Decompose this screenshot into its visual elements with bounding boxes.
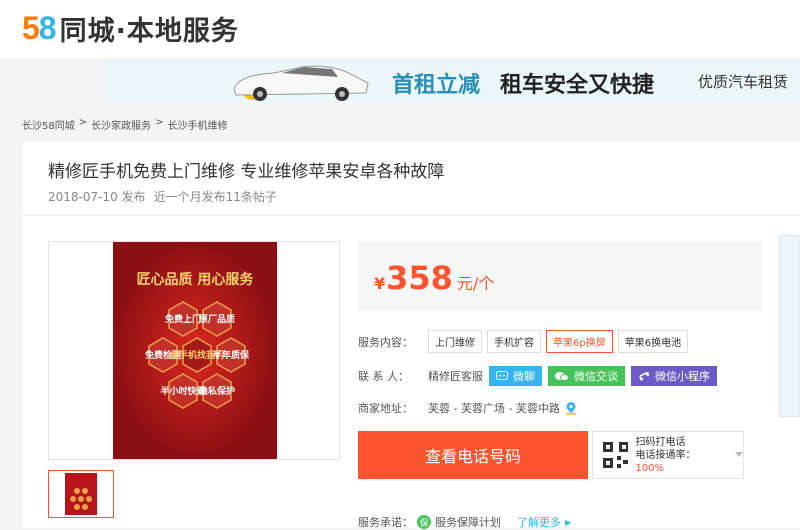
car-image <box>233 65 369 101</box>
poster-hex-1: 免费上门 <box>165 313 201 325</box>
caret-right-icon: ▶ <box>565 517 572 527</box>
service-row: 服务内容： 上门维修 手机扩容 苹果6p换屏 苹果6换电池 <box>358 330 693 353</box>
top-header: 58 同城·本地服务 <box>0 0 800 58</box>
logo-58: 58 <box>22 10 57 46</box>
price-box: ¥ 358 元/个 <box>358 241 762 311</box>
thumbnail-1[interactable] <box>48 470 114 518</box>
chevron-down-icon <box>735 452 743 457</box>
price-value: 358 <box>386 259 453 297</box>
main-image[interactable]: 匠心品质 用心服务 免费上门 原厂品质 免费检测 修手机找我们 半年质保 半小时… <box>48 241 340 460</box>
price-unit: 元/个 <box>456 274 495 293</box>
wechat-icon <box>555 371 569 381</box>
price: ¥ 358 元/个 <box>374 259 494 297</box>
side-panel-edge <box>779 235 800 417</box>
wechat-chat-label: 微信交谈 <box>574 370 618 383</box>
scan-call-label: 扫码打电话 <box>635 436 686 448</box>
mini-program-button[interactable]: 微信小程序 <box>631 366 717 386</box>
poster-hex-5: 半年质保 <box>213 349 250 361</box>
poster-hex-7: 隐私保护 <box>199 385 235 397</box>
poster-image: 匠心品质 用心服务 免费上门 原厂品质 免费检测 修手机找我们 半年质保 半小时… <box>113 242 277 459</box>
banner-title-left: 首租立减 <box>392 73 481 98</box>
poster-headline: 匠心品质 用心服务 <box>137 271 255 288</box>
service-label: 服务内容： <box>358 335 413 349</box>
service-tag-active[interactable]: 苹果6p换屏 <box>546 330 613 353</box>
qr-code-icon <box>603 442 629 468</box>
connect-rate: 电话接通率：100% <box>635 449 696 474</box>
breadcrumb-category[interactable]: 长沙家政服务 <box>91 117 151 132</box>
wechat-chat-button[interactable]: 微信交谈 <box>548 366 625 386</box>
contact-name: 精修匠客服 <box>428 370 483 383</box>
listing-meta: 2018-07-10 发布 近一个月发布11条帖子 <box>48 188 277 205</box>
banner-subtitle: 优质汽车租赁 <box>698 73 789 91</box>
site-logo[interactable]: 58 同城·本地服务 <box>22 10 239 47</box>
contact-label: 联 系 人： <box>358 370 409 383</box>
thumbnail-image <box>65 473 97 515</box>
address-row: 商家地址： 芙蓉 - 芙蓉广场 - 芙蓉中路 <box>358 400 578 416</box>
contact-row: 联 系 人： 精修匠客服 微聊 微信交谈 微信小程序 <box>358 366 717 386</box>
scan-call-text: 扫码打电话 电话接通率：100% <box>635 436 722 475</box>
logo-text: 同城·本地服务 <box>59 15 239 47</box>
post-count: 近一个月发布11条帖子 <box>153 190 277 204</box>
weiliao-button[interactable]: 微聊 <box>489 366 542 386</box>
service-tag[interactable]: 上门维修 <box>428 330 482 353</box>
mini-program-label: 微信小程序 <box>655 370 710 383</box>
scan-call-box[interactable]: 扫码打电话 电话接通率：100% <box>592 431 744 479</box>
breadcrumb-city[interactable]: 长沙58同城 <box>22 117 75 132</box>
map-pin-icon[interactable] <box>564 401 578 415</box>
price-currency: ¥ <box>374 274 386 293</box>
service-tag[interactable]: 手机扩容 <box>487 330 541 353</box>
breadcrumb-sep: > <box>155 117 164 128</box>
address-label: 商家地址： <box>358 402 413 415</box>
banner-title-right: 租车安全又快捷 <box>500 73 655 98</box>
ad-banner[interactable]: 首租立减 租车安全又快捷 优质汽车租赁 <box>104 59 800 103</box>
mini-program-icon <box>639 372 649 381</box>
weiliao-label: 微聊 <box>513 370 535 383</box>
breadcrumb-subcategory[interactable]: 长沙手机维修 <box>168 117 228 132</box>
publish-date: 2018-07-10 发布 <box>48 190 146 204</box>
breadcrumb: 长沙58同城 > 长沙家政服务 > 长沙手机维修 <box>22 117 228 132</box>
poster-hex-2: 原厂品质 <box>199 313 235 325</box>
address-value: 芙蓉 - 芙蓉广场 - 芙蓉中路 <box>428 402 560 415</box>
breadcrumb-sep: > <box>78 117 88 128</box>
view-phone-button[interactable]: 查看电话号码 <box>358 431 588 479</box>
listing-title: 精修匠手机免费上门维修 专业维修苹果安卓各种故障 <box>48 162 445 182</box>
divider <box>22 215 800 216</box>
guarantee-badge-icon: 保 <box>417 515 431 529</box>
service-tag[interactable]: 苹果6换电池 <box>617 330 689 353</box>
chat-bubble-icon <box>496 370 508 380</box>
listing-card: 精修匠手机免费上门维修 专业维修苹果安卓各种故障 2018-07-10 发布 近… <box>22 142 800 529</box>
